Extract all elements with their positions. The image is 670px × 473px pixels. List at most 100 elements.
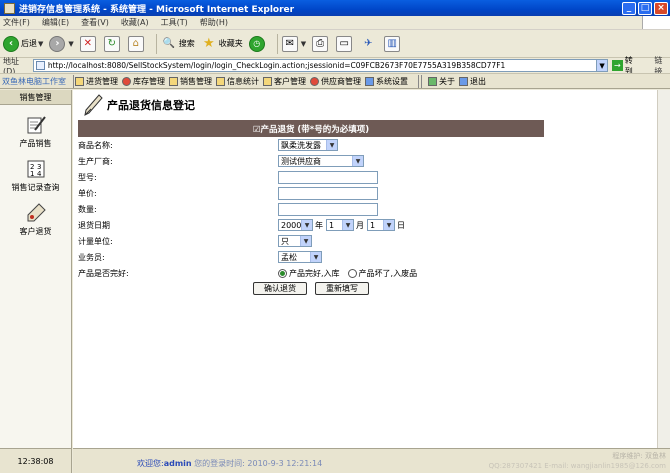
price-input[interactable] (278, 186, 378, 200)
favorites-button[interactable]: ★ 收藏夹 (201, 36, 243, 52)
forward-arrow-icon: › (49, 35, 66, 52)
edit-button[interactable]: ▭ (336, 35, 354, 52)
research-button[interactable]: ▥ (384, 35, 402, 52)
nav-logout[interactable]: 退出 (459, 76, 486, 87)
sidebar-item-customer-returns[interactable]: 客户退货 (0, 202, 71, 237)
sidebar: 销售管理 产品销售 2 3 1 4 销售记录查询 客户退货 (0, 90, 72, 458)
print-button[interactable]: ⎙ (312, 35, 330, 52)
unit-select[interactable]: 只 ▼ (278, 235, 312, 247)
sales-icon (169, 76, 178, 86)
chevron-down-icon: ▼ (352, 156, 363, 166)
forward-button[interactable]: › ▼ (49, 35, 74, 52)
address-input[interactable]: http://localhost:8080/SellStockSystem/lo… (32, 59, 598, 72)
model-input[interactable] (278, 170, 378, 184)
customers-icon (263, 76, 272, 86)
maximize-button[interactable]: □ (638, 1, 652, 15)
nav-customers[interactable]: 客户管理 (263, 76, 306, 87)
nav-purchase[interactable]: 进货管理 (75, 76, 118, 87)
condition-label: 产品是否完好: (78, 268, 129, 278)
svg-text:1: 1 (30, 170, 34, 178)
nav-settings[interactable]: 系统设置 (365, 76, 408, 87)
condition-bad-radio[interactable] (347, 268, 357, 278)
welcome-label: 欢迎您: (137, 459, 164, 468)
main-content: 产品退货信息登记 ☑产品退货 (带*号的为必填项) 商品名称: 飘柔洗发露 ▼ … (73, 90, 657, 448)
nav-about[interactable]: 关于 (428, 76, 455, 87)
browser-toolbar: ‹ 后退 ▼ › ▼ ✕ ↻ ⌂ 🔍 搜索 ★ 收藏夹 ◷ ✉ ▼ ⎙ ▭ ✈ … (0, 30, 670, 58)
clock: 12:38:08 (0, 448, 72, 473)
welcome-text: 欢迎您:admin 您的登录时间: 2010-9-3 12:21:14 (137, 458, 322, 469)
clerk-select[interactable]: 孟松 ▼ (278, 251, 322, 263)
nav-statistics[interactable]: 信息统计 (216, 76, 259, 87)
menu-bar: 文件(F) 编辑(E) 查看(V) 收藏(A) 工具(T) 帮助(H) (0, 16, 670, 30)
maker-select[interactable]: 测试供应商 ▼ (278, 155, 364, 167)
minimize-button[interactable]: _ (622, 1, 636, 15)
chevron-down-icon: ▼ (38, 39, 44, 48)
nav-inventory[interactable]: 库存管理 (122, 76, 165, 87)
condition-bad-label[interactable]: 产品坏了,入废品 (359, 268, 418, 279)
menu-help[interactable]: 帮助(H) (200, 17, 228, 28)
mail-icon: ✉ (281, 35, 298, 52)
nav-label: 客户管理 (274, 76, 306, 86)
nav-divider (421, 74, 422, 88)
unit-label: 计量单位: (78, 236, 113, 246)
form-row-model: 型号: (78, 169, 544, 185)
return-form: ☑产品退货 (带*号的为必填项) 商品名称: 飘柔洗发露 ▼ 生产厂商: 测试供… (78, 120, 544, 295)
clerk-label: 业务员: (78, 252, 105, 262)
toolbar-divider (155, 33, 157, 54)
menu-view[interactable]: 查看(V) (81, 17, 109, 28)
year-value: 2000 (281, 220, 302, 230)
refresh-button[interactable]: ↻ (103, 35, 122, 52)
favorites-label: 收藏夹 (218, 39, 243, 48)
menu-favorites[interactable]: 收藏(A) (121, 17, 149, 28)
month-unit: 月 (356, 220, 364, 230)
nav-label: 系统设置 (376, 76, 408, 86)
mail-button[interactable]: ✉ ▼ (281, 35, 306, 52)
quantity-input[interactable] (278, 202, 378, 216)
suppliers-icon (310, 76, 319, 86)
submit-button[interactable]: 确认退货 (253, 282, 307, 295)
month-select[interactable]: 1 ▼ (326, 219, 354, 231)
app-nav: 双鱼林电脑工作室 进货管理 库存管理 销售管理 信息统计 客户管理 供应商管理 … (0, 73, 670, 89)
messenger-icon: ✈ (363, 38, 373, 49)
close-button[interactable]: × (654, 1, 668, 15)
menu-file[interactable]: 文件(F) (3, 17, 30, 28)
history-button[interactable]: ◷ (248, 35, 267, 52)
chevron-down-icon: ▼ (326, 140, 337, 150)
history-icon: ◷ (248, 35, 265, 52)
condition-ok-label[interactable]: 产品完好,入库 (289, 268, 340, 279)
sidebar-item-product-sales[interactable]: 产品销售 (0, 114, 71, 149)
back-button[interactable]: ‹ 后退 ▼ (3, 35, 44, 52)
year-unit: 年 (315, 220, 323, 230)
menu-edit[interactable]: 编辑(E) (42, 17, 69, 28)
chevron-down-icon: ▼ (342, 220, 353, 230)
go-arrow-icon: → (611, 60, 623, 71)
reset-button[interactable]: 重新填写 (315, 282, 369, 295)
nav-suppliers[interactable]: 供应商管理 (310, 76, 361, 87)
form-row-maker: 生产厂商: 测试供应商 ▼ (78, 153, 544, 169)
refresh-icon: ↻ (103, 35, 120, 52)
year-select[interactable]: 2000 ▼ (278, 219, 313, 231)
price-label: 单价: (78, 188, 97, 198)
address-bar: 地址(D) http://localhost:8080/SellStockSys… (0, 56, 670, 76)
print-icon: ⎙ (312, 35, 329, 52)
toolbar-divider (276, 33, 278, 54)
nav-sales[interactable]: 销售管理 (169, 76, 212, 87)
watermark-maintainer: 程序维护: 双鱼林 (612, 452, 666, 460)
inventory-icon (122, 76, 131, 86)
chevron-down-icon: ▼ (301, 220, 312, 230)
messenger-button[interactable]: ✈ (360, 36, 378, 52)
maker-value: 测试供应商 (281, 156, 321, 166)
product-select[interactable]: 飘柔洗发露 ▼ (278, 139, 338, 151)
menu-tools[interactable]: 工具(T) (161, 17, 188, 28)
condition-ok-radio[interactable] (278, 268, 287, 278)
vertical-scrollbar[interactable] (657, 90, 670, 448)
sidebar-title: 销售管理 (0, 90, 71, 105)
sidebar-item-sales-records[interactable]: 2 3 1 4 销售记录查询 (0, 158, 71, 193)
address-dropdown-button[interactable]: ▼ (597, 59, 608, 72)
home-button[interactable]: ⌂ (127, 35, 146, 52)
search-button[interactable]: 🔍 搜索 (161, 36, 195, 52)
nav-divider (418, 74, 419, 88)
day-select[interactable]: 1 ▼ (367, 219, 395, 231)
stop-button[interactable]: ✕ (79, 35, 98, 52)
model-label: 型号: (78, 172, 97, 182)
